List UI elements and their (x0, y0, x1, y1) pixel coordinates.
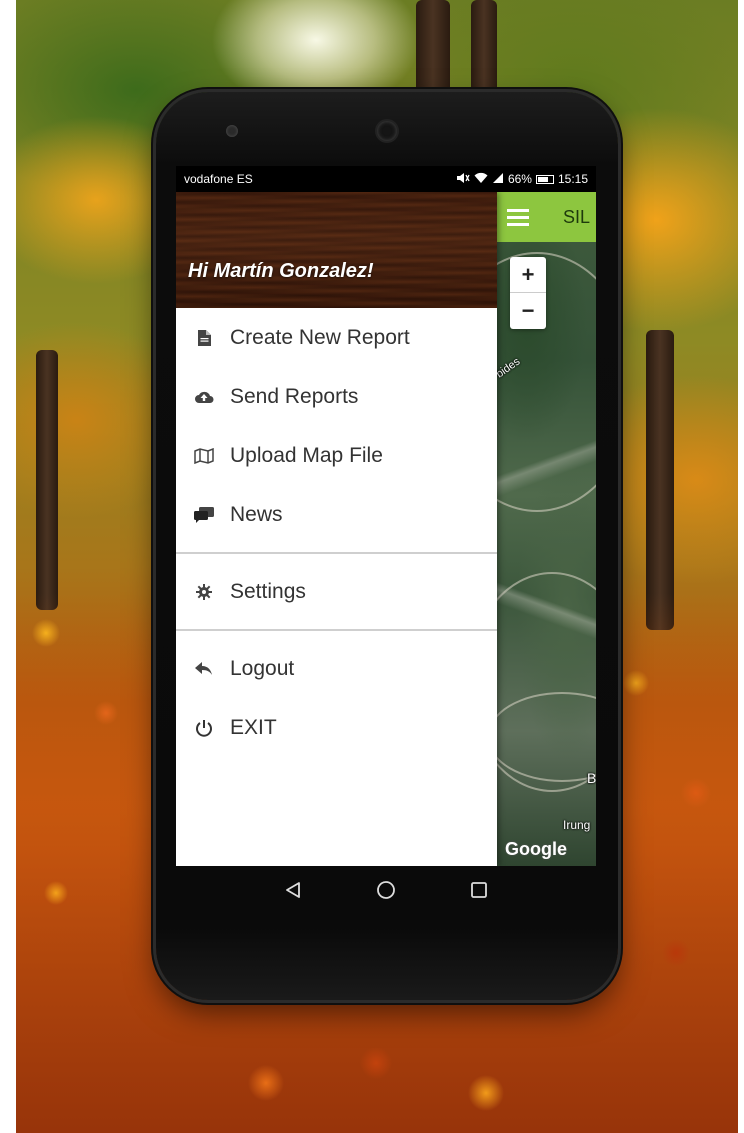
front-camera (377, 121, 397, 141)
menu-item-label: Create New Report (230, 325, 410, 349)
android-nav-bar (176, 866, 596, 914)
map-place-label: Irung (563, 818, 591, 832)
document-icon (194, 328, 214, 348)
recents-icon[interactable] (463, 874, 495, 906)
map-place-label: B (587, 770, 596, 786)
battery-icon (535, 174, 554, 184)
mute-icon (456, 172, 470, 187)
zoom-in-button[interactable]: + (510, 257, 546, 293)
tree-trunk (36, 350, 58, 610)
menu-divider (176, 629, 497, 631)
menu-item-news[interactable]: News (176, 485, 497, 544)
menu-item-settings[interactable]: Settings (176, 562, 497, 621)
menu-item-label: EXIT (230, 715, 277, 739)
reply-arrow-icon (194, 659, 214, 679)
phone-sensor (226, 125, 238, 137)
chat-bubbles-icon (194, 505, 214, 525)
wifi-icon (474, 172, 488, 187)
gear-icon (194, 582, 214, 602)
menu-item-label: Upload Map File (230, 443, 383, 467)
app-title: SIL (563, 206, 591, 227)
menu-item-label: Logout (230, 656, 295, 680)
menu-item-send-reports[interactable]: Send Reports (176, 367, 497, 426)
status-bar: vodafone ES 66% 15:15 (176, 166, 596, 192)
menu-item-label: Send Reports (230, 384, 359, 408)
menu-divider (176, 552, 497, 554)
battery-percent: 66% (507, 172, 532, 186)
drawer-menu: Create New Report Send Reports Upload Ma… (176, 308, 497, 757)
drawer-header: Hi Martín Gonzalez! (176, 192, 497, 308)
menu-item-create-new-report[interactable]: Create New Report (176, 308, 497, 367)
zoom-out-button[interactable]: − (510, 293, 546, 329)
menu-item-upload-map-file[interactable]: Upload Map File (176, 426, 497, 485)
menu-item-label: News (230, 502, 283, 526)
back-icon[interactable] (277, 874, 309, 906)
hamburger-menu-icon[interactable] (507, 208, 529, 226)
tree-trunk (646, 330, 674, 630)
user-greeting: Hi Martín Gonzalez! (188, 260, 374, 282)
map-icon (194, 446, 214, 466)
cloud-upload-icon (194, 387, 214, 407)
menu-item-label: Settings (230, 579, 306, 603)
home-icon[interactable] (370, 874, 402, 906)
google-attribution: Google (505, 839, 567, 859)
menu-item-logout[interactable]: Logout (176, 639, 497, 698)
carrier-name: vodafone ES (184, 172, 253, 186)
clock: 15:15 (557, 172, 588, 186)
zoom-controls: + − (510, 257, 546, 329)
menu-item-exit[interactable]: EXIT (176, 698, 497, 757)
map-view[interactable]: SIL + − bides B Irung Google (437, 192, 596, 866)
navigation-drawer: Hi Martín Gonzalez! Create New Report Se… (176, 192, 497, 866)
power-icon (194, 718, 214, 738)
signal-icon (492, 172, 504, 187)
app-bar: SIL (497, 192, 596, 242)
status-icons: 66% 15:15 (456, 172, 588, 187)
phone-screen: vodafone ES 66% 15:15 SIL + − bides B Ir… (176, 166, 596, 866)
